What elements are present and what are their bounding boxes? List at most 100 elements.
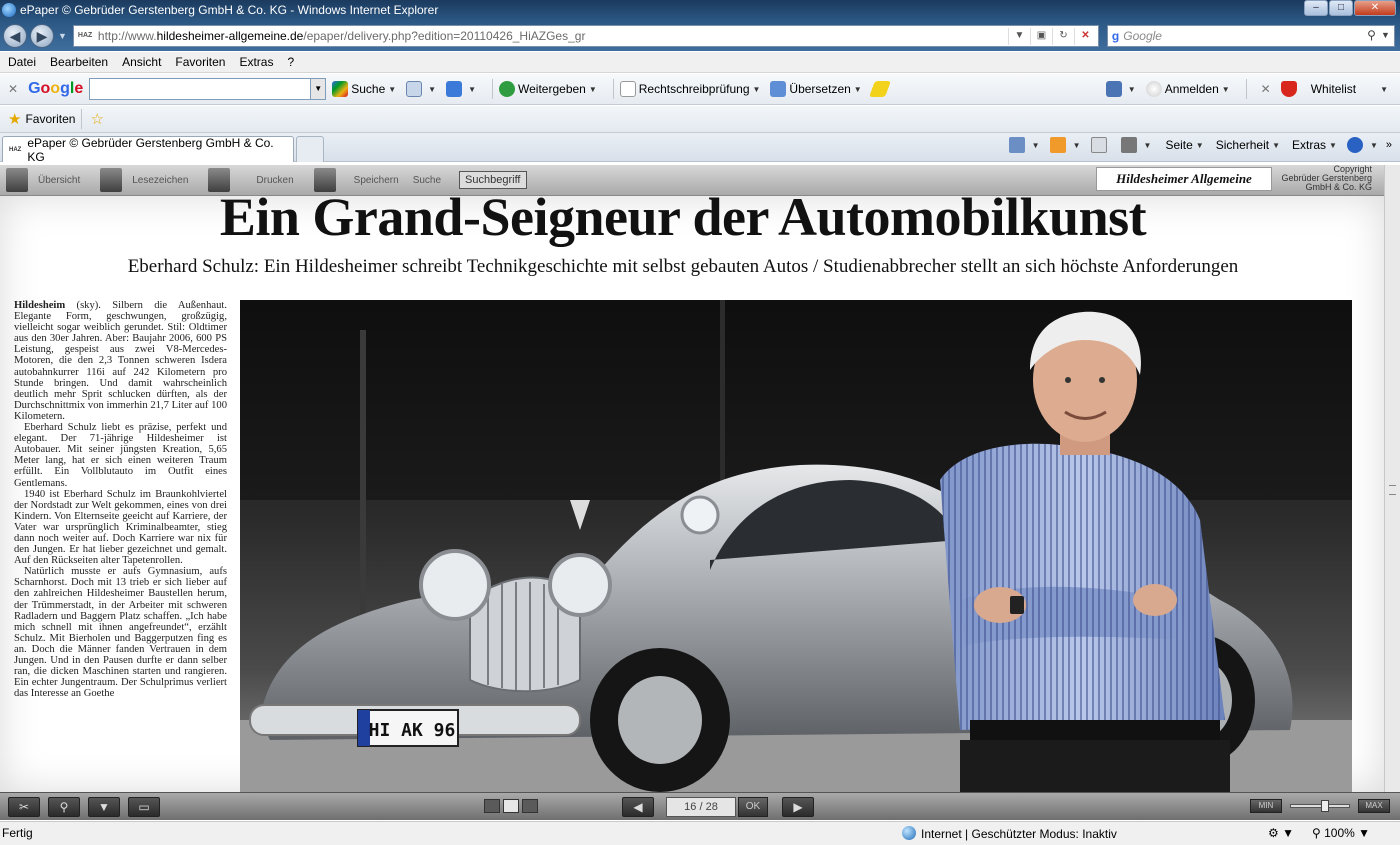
new-tab-button[interactable] [296,136,324,162]
zoom-max-button[interactable]: MAX [1358,799,1390,813]
translate-icon [770,81,787,97]
zoom-level[interactable]: ⚲ 100% ▼ [1312,826,1370,840]
address-bar[interactable]: HAZ http://www.hildesheimer-allgemeine.d… [72,24,1099,47]
lesezeichen-button[interactable]: Lesezeichen [94,168,188,192]
pager: ◀ 16 / 28 OK ▶ [622,797,814,817]
maximize-button[interactable]: □ [1329,0,1353,16]
sicherheit-menu[interactable]: Sicherheit [1216,138,1269,152]
search-options-icon[interactable]: ▼ [1381,30,1390,40]
search-box[interactable]: g Google ⚲ ▼ [1106,24,1395,47]
magnifier-icon: ⚲ [59,799,69,814]
google-search-dropdown[interactable]: ▼ [311,78,327,100]
protected-mode-icon[interactable]: ⚙ ▼ [1268,826,1294,840]
google-search-input[interactable] [89,78,312,100]
close-toolbar-icon[interactable]: ✕ [8,82,18,96]
refresh-icon[interactable]: ↻ [1051,27,1074,45]
tab-label: ePaper © Gebrüder Gerstenberg GmbH & Co.… [27,135,274,164]
history-dropdown-icon[interactable]: ▼ [58,31,67,41]
bookmark-add-button[interactable]: ▼ [446,81,476,97]
forward-button[interactable]: ▶ [30,23,54,48]
forward-arrow-icon: ▶ [36,27,48,44]
zoom-slider-knob[interactable] [1321,800,1329,812]
feeds-icon[interactable] [1049,137,1066,153]
seite-menu[interactable]: Seite [1165,138,1192,152]
more-commands-icon[interactable]: » [1386,139,1392,151]
command-bar: ▼ ▼ ▼ Seite ▼ Sicherheit ▼ Extras ▼ ▼ » [999,137,1392,153]
license-plate-text: HI AK 96 [369,720,456,741]
menu-extras[interactable]: Extras [239,55,273,69]
share-icon [499,81,516,97]
tab-bar: HAZ ePaper © Gebrüder Gerstenberg GmbH &… [0,133,1400,164]
menu-help[interactable]: ? [287,55,294,69]
next-page-button[interactable]: ▶ [782,797,814,817]
address-dropdown-icon[interactable]: ▼ [1007,27,1030,45]
favorites-star-icon[interactable]: ★ [8,110,21,128]
fit-page-button[interactable]: ▭ [128,796,160,817]
page-number-input[interactable]: 16 / 28 [666,797,736,817]
search-input[interactable]: Google [1123,29,1162,43]
bookmark-icon [100,168,123,192]
arrow-left-icon: ◀ [633,800,643,814]
page-ok-button[interactable]: OK [738,797,768,817]
compatibility-view-icon[interactable]: ▣ [1029,27,1052,45]
whitelist-button[interactable]: Whitelist [1280,81,1356,97]
scissors-button[interactable]: ✂ [8,796,40,817]
minimize-button[interactable]: – [1304,0,1328,16]
menu-favoriten[interactable]: Favoriten [175,55,225,69]
site-favicon-icon: HAZ [77,32,93,39]
grid-view-icon[interactable] [484,799,500,813]
rechtschreibpruefung-button[interactable]: Rechtschreibprüfung ▼ [619,81,760,97]
suchbegriff-input[interactable]: Suchbegriff [459,171,527,189]
url-text[interactable]: http://www.hildesheimer-allgemeine.de/ep… [98,29,586,43]
zoom-min-button[interactable]: MIN [1250,799,1282,813]
epaper-bottom-bar: ✂ ⚲ ▼ ▭ ◀ 16 / 28 OK ▶ MIN MAX [0,792,1400,820]
speichern-button[interactable]: Speichern [308,168,399,192]
help-icon[interactable] [1346,137,1363,153]
zoom-tool-button[interactable]: ⚲ [48,796,80,817]
google-toolbar: ✕ Google ▼ Suche ▼ ▼ ▼ Weitergeben ▼ Recht… [0,74,1400,105]
suche-button[interactable]: Suche ▼ [332,81,396,97]
print-icon[interactable] [1120,137,1137,153]
chevron-down-icon: ▼ [98,799,110,814]
newspaper-page: Ein Grand-Seigneur der Automobilkunst Eb… [0,196,1384,792]
weitergeben-button[interactable]: Weitergeben ▼ [499,81,597,97]
scroll-grip-icon[interactable] [1389,485,1396,495]
double-page-view-icon[interactable] [503,799,519,813]
user-icon [1145,81,1162,97]
page-fit-icon: ▭ [138,799,150,814]
close-whitelist-icon[interactable]: ✕ [1261,82,1271,96]
favorites-bar: ★ Favoriten ☆ [0,106,1400,133]
menu-bearbeiten[interactable]: Bearbeiten [50,55,108,69]
wrench-icon [1105,81,1122,97]
highlighter-button[interactable] [868,81,891,97]
wrench-button[interactable]: ▼ [1105,81,1136,97]
uebersicht-button[interactable]: Übersicht [0,168,80,192]
security-zone[interactable]: Internet | Geschützter Modus: Inaktiv [902,826,1117,841]
whitelist-dropdown-icon[interactable]: ▼ [1380,85,1388,94]
back-button[interactable]: ◀ [3,23,27,48]
add-favorite-icon[interactable]: ☆ [90,110,103,128]
zoom-control: MIN MAX [1250,799,1390,813]
tab-epaper[interactable]: HAZ ePaper © Gebrüder Gerstenberg GmbH &… [2,135,294,164]
vertical-scrollbar[interactable] [1384,165,1400,792]
menu-datei[interactable]: Datei [8,55,36,69]
search-icon[interactable]: ⚲ [1367,28,1376,42]
favorites-button[interactable]: Favoriten [25,112,75,126]
zoom-slider[interactable] [1290,800,1350,812]
home-icon[interactable] [1008,137,1025,153]
overview-icon [6,168,28,192]
drucken-button[interactable]: Drucken [202,168,294,192]
page-options-button[interactable]: ▼ [406,81,436,97]
prev-page-button[interactable]: ◀ [622,797,654,817]
anmelden-button[interactable]: Anmelden ▼ [1145,81,1230,97]
uebersetzen-button[interactable]: Übersetzen ▼ [770,81,862,97]
stop-icon[interactable]: ✕ [1073,27,1096,45]
extras-menu[interactable]: Extras [1292,138,1326,152]
suche-label: Suche [412,174,442,186]
close-button[interactable]: ✕ [1354,0,1396,16]
menu-ansicht[interactable]: Ansicht [122,55,161,69]
mail-icon[interactable] [1090,137,1107,153]
single-page-view-icon[interactable] [522,799,538,813]
dropdown-button[interactable]: ▼ [88,796,120,817]
status-bar: Fertig Internet | Geschützter Modus: Ina… [0,821,1400,845]
